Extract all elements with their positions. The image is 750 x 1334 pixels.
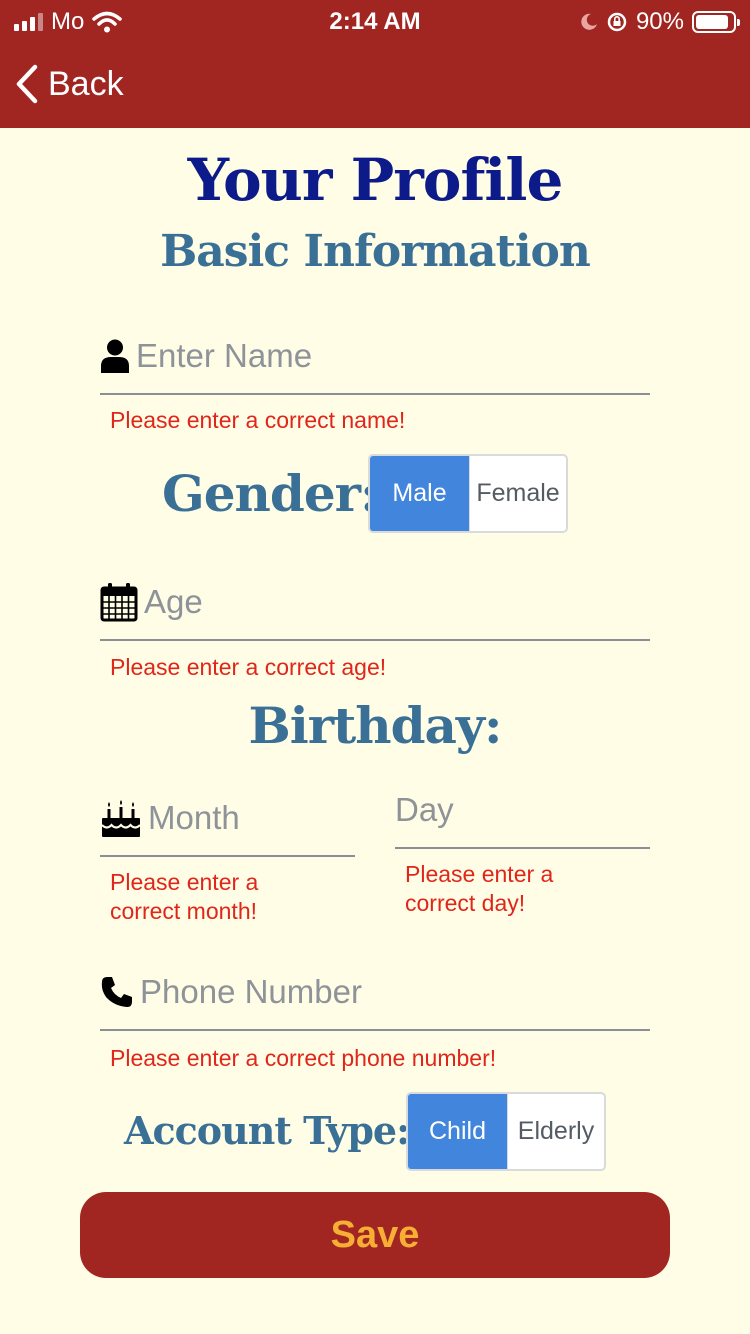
battery-percent: 90% [635,8,684,35]
age-error: Please enter a correct age! [110,654,387,680]
account-type-option-child[interactable]: Child [408,1094,507,1169]
save-button[interactable]: Save [80,1192,670,1278]
phone-error: Please enter a correct phone number! [110,1045,497,1071]
month-error: Please enter a correct month! [110,869,259,924]
age-placeholder: Age [144,582,203,620]
name-error: Please enter a correct name! [110,407,406,433]
gender-label: Gender: [162,464,378,523]
day-field[interactable]: Day [395,772,650,849]
account-type-toggle[interactable]: Child Elderly [406,1092,606,1171]
gender-option-female[interactable]: Female [469,456,566,531]
back-button[interactable]: Back [14,60,124,108]
moon-icon [581,13,597,30]
age-field[interactable]: Age [100,564,650,641]
gender-option-male[interactable]: Male [370,456,469,531]
orientation-lock-icon [607,12,627,32]
status-right: 90% [580,8,740,36]
back-label: Back [48,64,124,103]
status-bar: Mo 2:14 AM 90% [0,0,750,40]
gender-toggle[interactable]: Male Female [368,454,568,533]
month-placeholder: Month [148,798,240,836]
section-title: Basic Information [160,226,591,277]
name-field[interactable]: Enter Name [100,318,650,395]
name-placeholder: Enter Name [136,336,313,374]
account-type-option-elderly[interactable]: Elderly [507,1094,604,1169]
battery-icon [692,11,740,33]
day-placeholder: Day [395,790,454,828]
chevron-left-icon [16,64,38,104]
day-error: Please enter a correct day! [405,861,554,916]
birthday-label: Birthday: [248,696,503,755]
account-type-label: Account Type: [124,1108,410,1153]
top-bar: Mo 2:14 AM 90% Back [0,0,750,128]
phone-placeholder: Phone Number [140,972,362,1010]
birthday-cake-icon [101,799,141,837]
calendar-icon [100,582,138,621]
phone-icon [101,976,132,1007]
person-icon [101,339,129,373]
phone-field[interactable]: Phone Number [100,954,650,1031]
month-field[interactable]: Month [100,780,355,857]
page-title: Your Profile [187,146,564,214]
